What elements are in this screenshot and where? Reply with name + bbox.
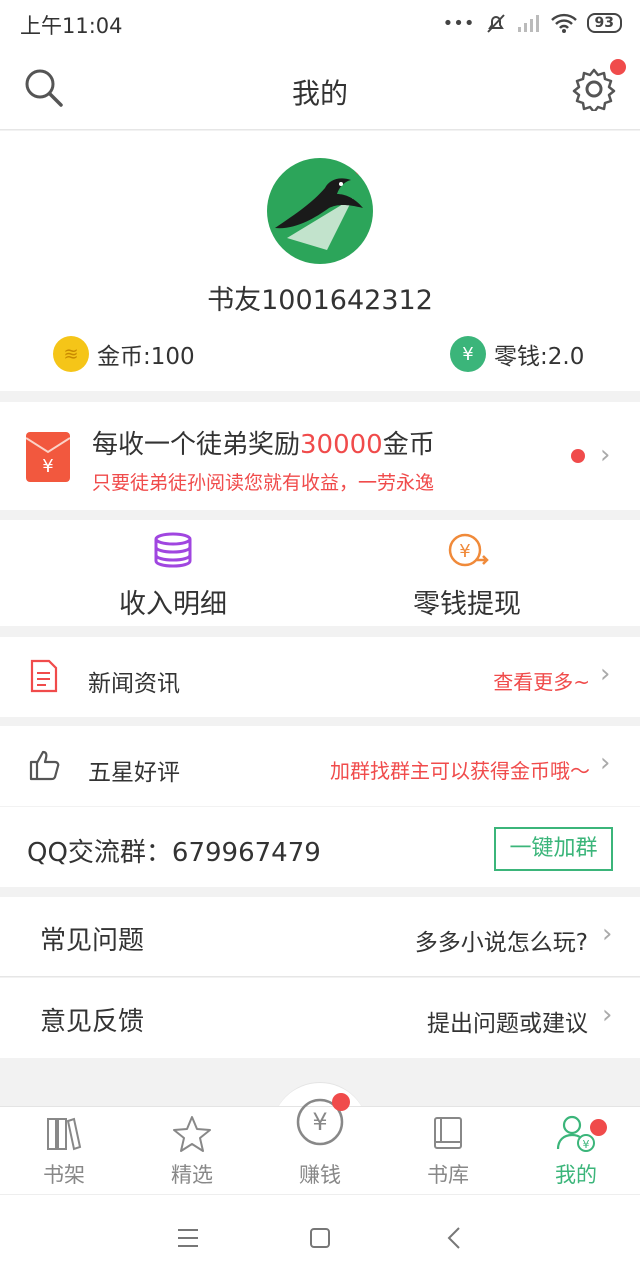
quick-actions: 收入明细 ¥ 零钱提现 (0, 520, 640, 626)
mine-notification-dot (590, 1119, 607, 1136)
earn-notification-dot (332, 1093, 350, 1111)
chevron-right-icon: › (602, 919, 613, 949)
tab-earn[interactable]: ¥ 赚钱 (256, 1093, 384, 1195)
home-square-icon[interactable] (309, 1227, 331, 1249)
chevron-right-icon: › (600, 748, 611, 778)
signal-icon (517, 15, 539, 32)
tab-library-label: 书库 (427, 1163, 469, 1187)
faq-value: 多多小说怎么玩? (414, 930, 588, 956)
withdraw-button[interactable]: ¥ 零钱提现 (367, 520, 567, 626)
news-label: 新闻资讯 (88, 671, 180, 697)
news-more-link[interactable]: 查看更多~ (493, 666, 590, 695)
news-document-icon (30, 659, 58, 693)
withdraw-label: 零钱提现 (413, 589, 521, 620)
invite-reward-amount: 30000 (300, 430, 383, 460)
invite-title: 每收一个徒弟奖励30000金币 (92, 430, 435, 460)
username: 书友1001642312 (207, 285, 433, 316)
system-nav-bar (0, 1194, 640, 1280)
back-arrow-icon[interactable] (446, 1226, 462, 1250)
invite-subtitle: 只要徒弟徒孙阅读您就有收益，一劳永逸 (92, 472, 435, 494)
more-dots-icon: ••• (442, 12, 475, 34)
tab-bookshelf[interactable]: 书架 (0, 1107, 128, 1195)
coin-stack-icon (154, 532, 192, 568)
status-icons: ••• 93 (443, 10, 622, 36)
qq-group-row: QQ交流群：679967479 一键加群 (0, 807, 640, 887)
five-star-review-row[interactable]: 五星好评 加群找群主可以获得金币哦～ › (0, 726, 640, 806)
review-label: 五星好评 (88, 760, 180, 786)
faq-label: 常见问题 (40, 926, 145, 956)
coins-balance[interactable]: ≋ 金币:100 (53, 336, 195, 372)
battery-indicator: 93 (586, 13, 622, 33)
join-group-button[interactable]: 一键加群 (494, 827, 613, 871)
withdraw-yuan-icon: ¥ (448, 533, 489, 567)
bottom-tab-bar: 书架 精选 ¥ 赚钱 书库 ¥ 我的 (0, 1093, 640, 1195)
feedback-label: 意见反馈 (40, 1007, 145, 1037)
invite-notification-dot (571, 449, 585, 463)
mute-bell-icon (486, 14, 505, 33)
avatar[interactable] (267, 158, 373, 264)
header: 我的 (0, 50, 640, 130)
svg-text:¥: ¥ (459, 541, 470, 562)
income-detail-button[interactable]: 收入明细 (73, 520, 273, 626)
menu-icon[interactable] (176, 1227, 200, 1249)
tab-mine[interactable]: ¥ 我的 (512, 1107, 640, 1195)
swallow-logo-icon (275, 168, 363, 250)
tab-earn-label: 赚钱 (299, 1163, 341, 1187)
gold-coin-icon: ≋ (53, 336, 89, 372)
feedback-row[interactable]: 意见反馈 提出问题或建议 › (0, 978, 640, 1058)
status-bar: 上午11:04 ••• 93 (0, 0, 640, 50)
thumbs-up-icon (29, 750, 60, 781)
bookshelf-icon (47, 1117, 82, 1151)
tab-library[interactable]: 书库 (384, 1107, 512, 1195)
star-icon (173, 1116, 211, 1152)
tab-featured-label: 精选 (171, 1163, 213, 1187)
income-detail-label: 收入明细 (119, 589, 227, 620)
invite-banner[interactable]: ¥ 每收一个徒弟奖励30000金币 只要徒弟徒孙阅读您就有收益，一劳永逸 › (0, 402, 640, 510)
svg-text:¥: ¥ (312, 1108, 327, 1136)
status-time: 上午11:04 (20, 14, 123, 38)
change-label: 零钱:2.0 (494, 344, 585, 370)
tab-featured[interactable]: 精选 (128, 1107, 256, 1195)
qq-group-label: QQ交流群：679967479 (27, 838, 321, 868)
yuan-coin-icon: ¥ (450, 336, 486, 372)
tab-mine-label: 我的 (555, 1163, 597, 1187)
coins-label: 金币:100 (97, 344, 195, 370)
profile-card: 书友1001642312 ≋ 金币:100 ¥ 零钱:2.0 (0, 131, 640, 391)
feedback-value: 提出问题或建议 (427, 1011, 588, 1037)
chevron-right-icon: › (600, 659, 611, 689)
chevron-right-icon: › (602, 1000, 613, 1030)
wifi-icon (550, 13, 577, 33)
chevron-right-icon: › (600, 440, 611, 470)
book-icon (434, 1117, 462, 1149)
settings-gear-icon[interactable] (572, 67, 616, 111)
change-balance[interactable]: ¥ 零钱:2.0 (450, 336, 584, 372)
review-hint: 加群找群主可以获得金币哦～ (330, 759, 590, 783)
tab-bookshelf-label: 书架 (43, 1163, 85, 1187)
page-title: 我的 (291, 77, 348, 110)
news-row[interactable]: 新闻资讯 查看更多~ › (0, 637, 640, 717)
red-envelope-icon: ¥ (26, 432, 70, 482)
faq-row[interactable]: 常见问题 多多小说怎么玩? › (0, 897, 640, 977)
svg-text:¥: ¥ (42, 456, 53, 477)
svg-text:¥: ¥ (583, 1138, 590, 1151)
settings-notification-dot (610, 59, 626, 75)
